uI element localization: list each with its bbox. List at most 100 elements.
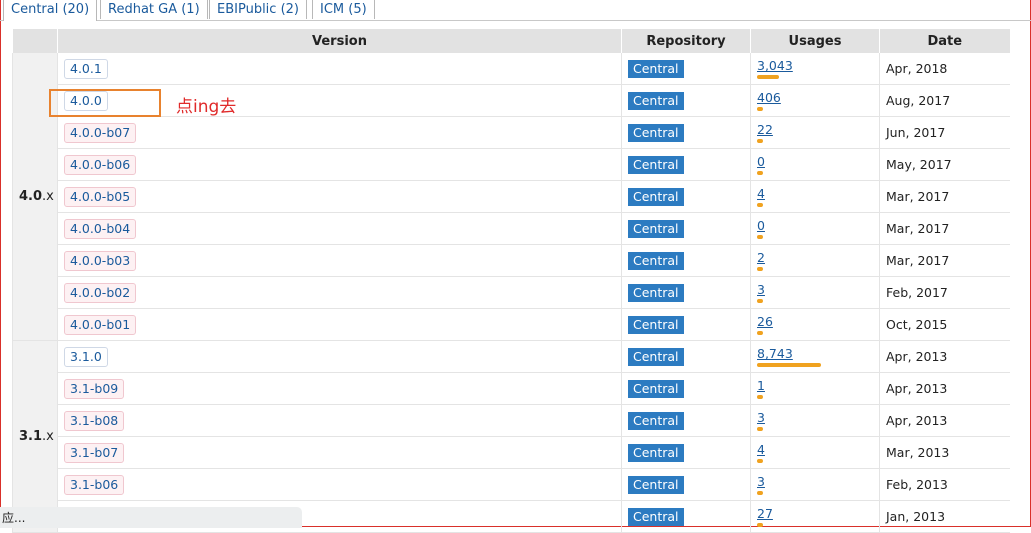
repository-cell: Central [621, 212, 751, 245]
usages-cell: 8,743 [750, 340, 880, 373]
repository-badge[interactable]: Central [628, 507, 684, 526]
release-date: May, 2017 [886, 156, 952, 172]
usages-link[interactable]: 3 [757, 282, 765, 297]
version-cell: 3.1-b07 [57, 436, 622, 469]
version-link[interactable]: 4.0.0-b04 [64, 218, 137, 239]
version-link[interactable]: 4.0.1 [64, 58, 108, 79]
usages-link[interactable]: 4 [757, 186, 765, 201]
annotation-text: 点ing去 [176, 97, 237, 117]
repository-badge[interactable]: Central [628, 91, 684, 110]
version-link[interactable]: 3.1-b08 [64, 410, 125, 431]
usages-link[interactable]: 27 [757, 506, 773, 521]
usage-bar [757, 75, 779, 79]
repository-badge[interactable]: Central [628, 347, 684, 366]
usage-bar [757, 491, 763, 495]
repository-badge[interactable]: Central [628, 379, 684, 398]
table-header-row: Version Repository Usages Date [12, 29, 1010, 53]
repository-cell: Central [621, 372, 751, 405]
repository-badge[interactable]: Central [628, 155, 684, 174]
table-row: 4.0.0-b01 Central 26 Oct, 2015 [13, 308, 1010, 341]
release-date: Oct, 2015 [886, 316, 948, 332]
date-cell: Apr, 2013 [879, 340, 1010, 373]
usages-cell: 3 [750, 276, 880, 309]
repository-badge[interactable]: Central [628, 475, 684, 494]
version-link[interactable]: 4.0.0-b05 [64, 186, 137, 207]
version-cell: 4.0.0-b03 [57, 244, 622, 277]
table-body: 4.0.x 4.0.1 Central 3,043 Apr, 2018 4.0.0 Cent… [12, 53, 1010, 533]
version-link[interactable]: 3.1-b09 [64, 378, 125, 399]
repository-cell: Central [621, 53, 751, 85]
version-cell: 3.1-b06 [57, 468, 622, 501]
usages-link[interactable]: 406 [757, 90, 781, 105]
usages-cell: 3 [750, 404, 880, 437]
repository-badge[interactable]: Central [628, 59, 684, 78]
table-row: 4.0.0-b05 Central 4 Mar, 2017 [13, 180, 1010, 213]
date-cell: Feb, 2013 [879, 468, 1010, 501]
usages-cell: 0 [750, 212, 880, 245]
usages-cell: 4 [750, 436, 880, 469]
tab-redhat-ga[interactable]: Redhat GA (1) [100, 0, 208, 19]
release-date: Mar, 2017 [886, 188, 950, 204]
date-cell: Apr, 2018 [879, 53, 1010, 85]
repository-badge[interactable]: Central [628, 251, 684, 270]
repository-badge[interactable]: Central [628, 315, 684, 334]
repository-badge[interactable]: Central [628, 219, 684, 238]
repository-badge[interactable]: Central [628, 411, 684, 430]
tab-icm[interactable]: ICM (5) [312, 0, 375, 19]
repository-cell: Central [621, 244, 751, 277]
version-link[interactable]: 4.0.0-b02 [64, 282, 137, 303]
version-link[interactable]: 3.1-b07 [64, 442, 125, 463]
usages-link[interactable]: 26 [757, 314, 773, 329]
version-link[interactable]: 4.0.0-b07 [64, 122, 137, 143]
usages-link[interactable]: 2 [757, 250, 765, 265]
table-row: 4.0.0-b06 Central 0 May, 2017 [13, 148, 1010, 181]
version-cell: 4.0.1 [57, 53, 622, 85]
release-date: Apr, 2013 [886, 348, 948, 364]
usages-header: Usages [750, 29, 880, 53]
date-cell: Aug, 2017 [879, 84, 1010, 117]
release-date: Jan, 2013 [886, 508, 946, 524]
repository-badge[interactable]: Central [628, 443, 684, 462]
usage-bar [757, 395, 763, 399]
usages-cell: 4 [750, 180, 880, 213]
usages-link[interactable]: 22 [757, 122, 773, 137]
group-header [12, 29, 58, 53]
usages-link[interactable]: 3 [757, 410, 765, 425]
release-date: Feb, 2017 [886, 284, 948, 300]
usage-bar [757, 427, 763, 431]
usages-link[interactable]: 1 [757, 378, 765, 393]
date-cell: Jun, 2017 [879, 116, 1010, 149]
usage-bar [757, 299, 763, 303]
version-link[interactable]: 3.1-b06 [64, 474, 125, 495]
group-label-major: 4.0 [19, 189, 43, 204]
version-cell: 4.0.0-b02 [57, 276, 622, 309]
version-link[interactable]: 3.1.0 [64, 346, 108, 367]
repository-cell: Central [621, 308, 751, 341]
group-label-major: 3.1 [19, 429, 43, 444]
tab-ebipublic[interactable]: EBIPublic (2) [209, 0, 307, 19]
usage-bar [757, 171, 763, 175]
version-link[interactable]: 4.0.0-b06 [64, 154, 137, 175]
date-cell: Apr, 2013 [879, 372, 1010, 405]
repository-badge[interactable]: Central [628, 123, 684, 142]
usages-link[interactable]: 3,043 [757, 58, 793, 73]
tab-central[interactable]: Central (20) [3, 0, 98, 21]
date-cell: Mar, 2017 [879, 244, 1010, 277]
version-cell: 3.1-b08 [57, 404, 622, 437]
version-link[interactable]: 4.0.0-b03 [64, 250, 137, 271]
release-date: Apr, 2018 [886, 60, 948, 76]
version-link[interactable]: 4.0.0-b01 [64, 314, 137, 335]
repository-badge[interactable]: Central [628, 187, 684, 206]
repository-badge[interactable]: Central [628, 283, 684, 302]
table-row: 4.0.0 Central 406 Aug, 2017 [13, 84, 1010, 117]
usages-link[interactable]: 0 [757, 154, 765, 169]
usages-link[interactable]: 4 [757, 442, 765, 457]
usages-link[interactable]: 8,743 [757, 346, 793, 361]
version-header: Version [57, 29, 622, 53]
usages-link[interactable]: 3 [757, 474, 765, 489]
table-row: 4.0.0-b02 Central 3 Feb, 2017 [13, 276, 1010, 309]
usages-link[interactable]: 0 [757, 218, 765, 233]
release-date: Mar, 2017 [886, 252, 950, 268]
usages-cell: 3 [750, 468, 880, 501]
date-cell: Apr, 2013 [879, 404, 1010, 437]
